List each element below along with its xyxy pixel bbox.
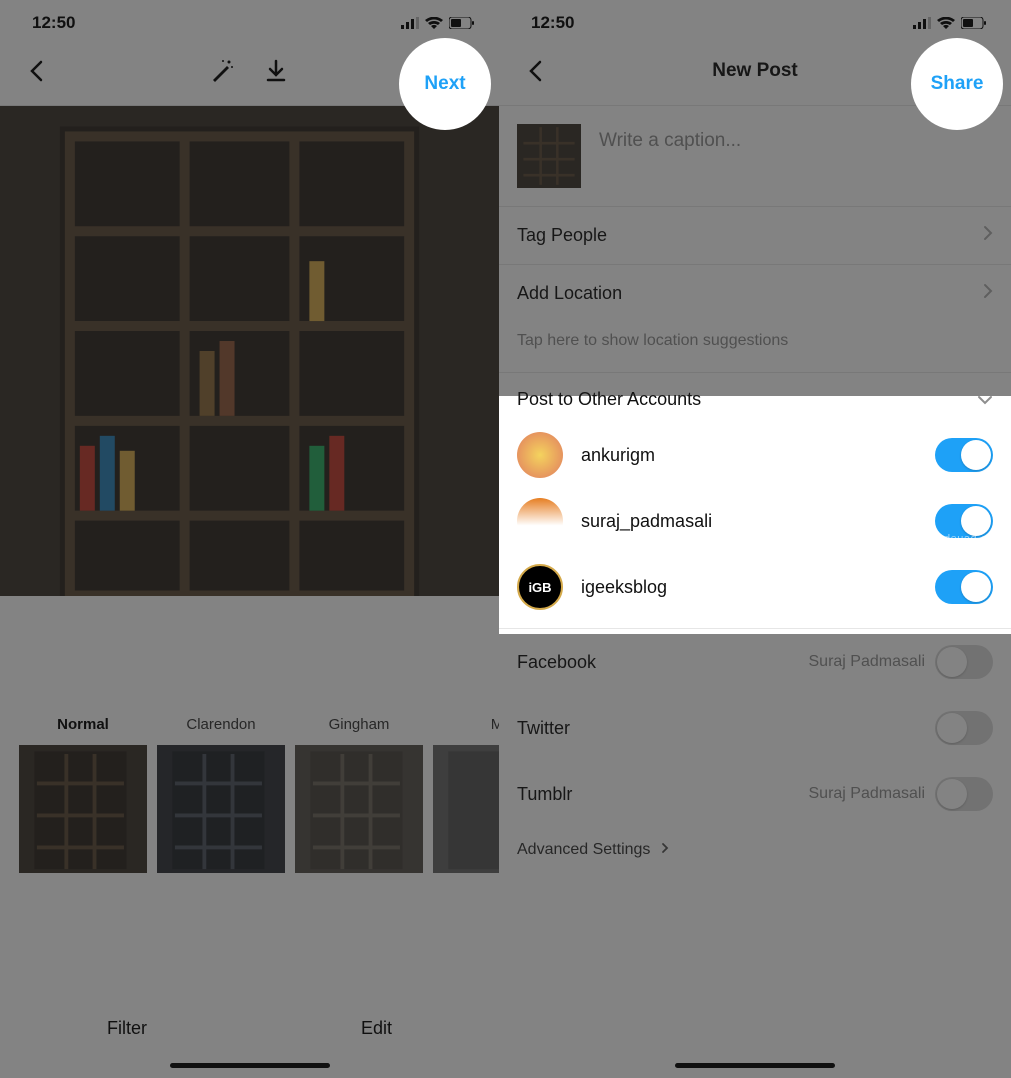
bookshelf-image [0, 106, 499, 596]
wifi-icon [425, 17, 443, 29]
battery-icon [449, 17, 475, 29]
avatar[interactable]: iGB [517, 564, 563, 610]
caption-input[interactable]: Write a caption... [599, 124, 741, 188]
add-location-row[interactable]: Add Location [499, 264, 1011, 322]
next-button-highlighted[interactable]: Next [424, 73, 465, 95]
tab-filter[interactable]: Filter [107, 1018, 147, 1039]
filter-label: M [428, 716, 499, 733]
cellular-icon [913, 17, 931, 29]
status-bar: 12:50 [0, 0, 499, 36]
account-toggle[interactable] [935, 438, 993, 472]
account-name: igeeksblog [581, 577, 917, 598]
social-label: Twitter [517, 718, 570, 739]
highlight-share: Share [911, 38, 1003, 130]
location-suggestions-hint[interactable]: Tap here to show location suggestions [499, 322, 1011, 372]
social-sub: Suraj Padmasali [809, 653, 926, 671]
filter-item-normal[interactable]: Normal [14, 716, 152, 873]
status-icons [401, 17, 475, 29]
share-button-highlighted[interactable]: Share [931, 73, 984, 95]
account-row: ankurigm [499, 422, 1011, 488]
chevron-right-icon [661, 841, 669, 858]
status-time: 12:50 [531, 13, 574, 33]
chevron-right-icon [983, 225, 993, 246]
watermark: www.deuaq.com [916, 533, 1003, 545]
social-label: Facebook [517, 652, 596, 673]
highlight-next: Next [399, 38, 491, 130]
account-name: suraj_padmasali [581, 511, 917, 532]
social-toggle[interactable] [935, 711, 993, 745]
social-share-section: Facebook Suraj Padmasali Twitter Tumblr … [499, 628, 1011, 873]
post-thumbnail[interactable] [517, 124, 581, 188]
chevron-left-icon [528, 60, 542, 82]
social-row-tumblr[interactable]: Tumblr Suraj Padmasali [499, 761, 1011, 827]
post-other-accounts-section: Post to Other Accounts ankurigm suraj_pa… [499, 372, 1011, 628]
advanced-settings-row[interactable]: Advanced Settings [499, 827, 1011, 873]
social-label: Tumblr [517, 784, 572, 805]
post-other-header-label: Post to Other Accounts [517, 389, 701, 410]
filter-item-clarendon[interactable]: Clarendon [152, 716, 290, 873]
chevron-right-icon [983, 283, 993, 304]
chevron-down-icon [977, 389, 993, 410]
bottom-tabs: Filter Edit [0, 978, 499, 1078]
advanced-settings-label: Advanced Settings [517, 841, 650, 858]
add-location-label: Add Location [517, 283, 622, 304]
cellular-icon [401, 17, 419, 29]
battery-icon [961, 17, 987, 29]
filter-strip[interactable]: Normal Clarendon Gingham M [0, 716, 499, 873]
account-row: iGB igeeksblog [499, 554, 1011, 628]
photo-preview[interactable] [0, 106, 499, 596]
social-row-facebook[interactable]: Facebook Suraj Padmasali [499, 629, 1011, 695]
status-icons [913, 17, 987, 29]
filter-item-gingham[interactable]: Gingham [290, 716, 428, 873]
filter-thumb [295, 745, 423, 873]
magic-wand-icon [209, 58, 235, 84]
magic-wand-button[interactable] [202, 51, 242, 91]
filter-item-more[interactable]: M [428, 716, 499, 873]
filter-thumb [157, 745, 285, 873]
edit-photo-screen: 12:50 Next [0, 0, 499, 1078]
filter-label: Normal [14, 716, 152, 733]
back-button[interactable] [16, 51, 56, 91]
avatar[interactable] [517, 432, 563, 478]
home-indicator[interactable] [170, 1063, 330, 1068]
social-toggle[interactable] [935, 777, 993, 811]
tag-people-label: Tag People [517, 225, 607, 246]
social-sub: Suraj Padmasali [809, 785, 926, 803]
tab-edit[interactable]: Edit [361, 1018, 392, 1039]
tag-people-row[interactable]: Tag People [499, 206, 1011, 264]
filter-label: Clarendon [152, 716, 290, 733]
social-row-twitter[interactable]: Twitter [499, 695, 1011, 761]
post-other-header-row[interactable]: Post to Other Accounts [499, 373, 1011, 422]
home-indicator[interactable] [675, 1063, 835, 1068]
account-toggle[interactable] [935, 570, 993, 604]
wifi-icon [937, 17, 955, 29]
download-icon [265, 59, 287, 83]
account-name: ankurigm [581, 445, 917, 466]
back-button[interactable] [515, 51, 555, 91]
avatar[interactable] [517, 498, 563, 544]
download-button[interactable] [256, 51, 296, 91]
status-bar: 12:50 [499, 0, 1011, 36]
status-time: 12:50 [32, 13, 75, 33]
filter-label: Gingham [290, 716, 428, 733]
filter-thumb [433, 745, 499, 873]
filter-thumb [19, 745, 147, 873]
social-toggle[interactable] [935, 645, 993, 679]
chevron-left-icon [29, 60, 43, 82]
